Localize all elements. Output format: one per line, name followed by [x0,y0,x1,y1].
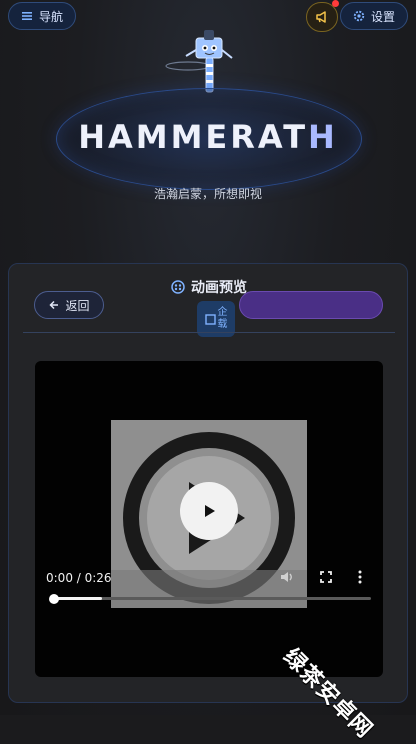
announcement-button[interactable] [306,0,339,32]
megaphone-icon [316,11,326,23]
settings-button[interactable]: 设置 [339,2,408,30]
brand-title: HAMMERATH [0,118,416,156]
nav-button[interactable]: 导航 [8,2,77,30]
load-label-top: 企 [217,307,228,318]
arrow-left-icon [49,300,59,310]
brand-title-main: HAMMERAT [78,118,309,156]
slogan: 浩瀚启蒙，所想即视 [153,187,262,201]
brand-title-accent: H [308,118,338,156]
notification-dot [332,0,339,7]
fullscreen-icon[interactable] [319,570,333,584]
animation-preview-panel: 动画预览 返回 企 载 0:00 / 0:26 [8,263,408,703]
back-button[interactable]: 返回 [34,291,104,319]
video-time: 0:00 / 0:26 [46,571,112,585]
play-button[interactable] [180,482,238,540]
settings-button-label: 设置 [370,9,395,24]
gear-icon [353,10,365,22]
load-label-bottom: 载 [217,319,228,330]
animation-icon [171,280,185,294]
more-options-icon[interactable] [356,569,364,585]
menu-icon [22,12,32,20]
load-button-label: 企 载 [218,307,228,331]
purple-action-button[interactable] [239,291,383,319]
volume-icon[interactable] [279,569,295,585]
play-icon [205,505,215,517]
seek-thumb[interactable] [49,593,59,604]
load-square-icon [204,313,216,325]
panel-title-text: 动画预览 [191,280,247,296]
nav-button-label: 导航 [39,9,64,24]
seek-bar[interactable] [49,593,371,604]
panel-divider [23,332,395,333]
video-player[interactable]: 0:00 / 0:26 [35,361,383,677]
back-button-label: 返回 [65,298,90,313]
